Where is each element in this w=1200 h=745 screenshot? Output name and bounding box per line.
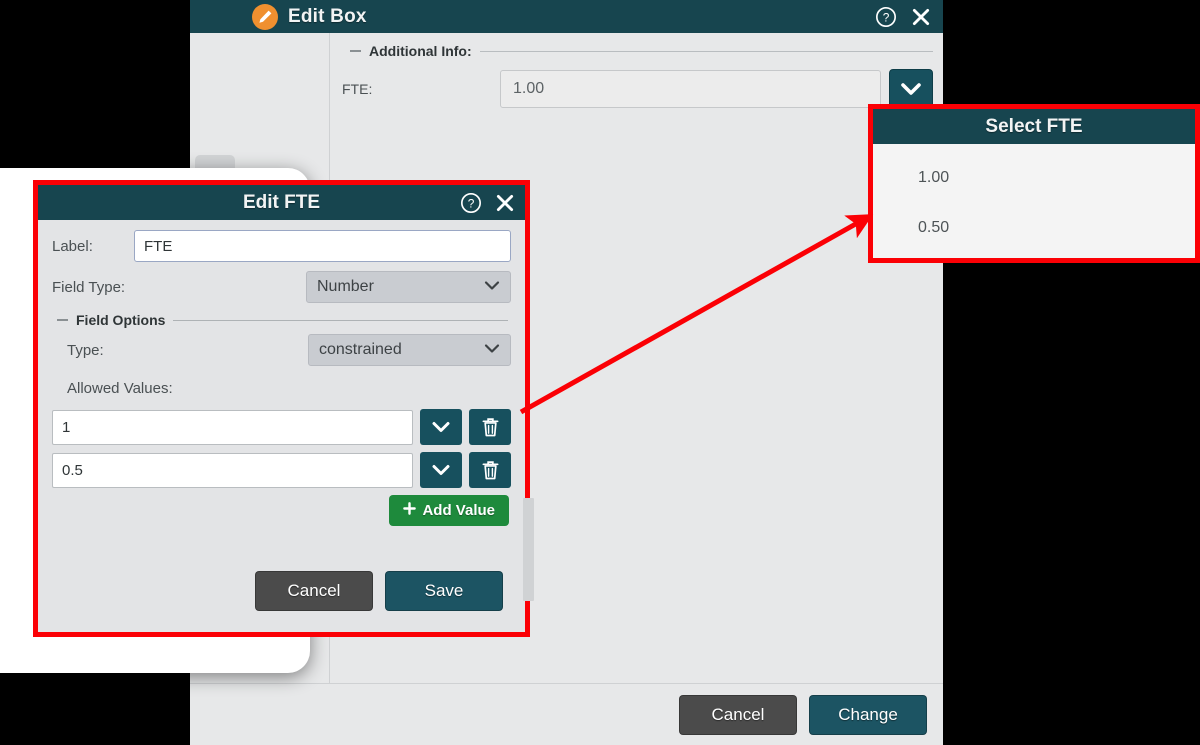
add-value-label: Add Value [422,502,495,519]
select-fte-option[interactable]: 0.50 [873,203,1195,253]
field-options-content: Type: constrained Allowed Values: [52,334,511,397]
allowed-values-list: 1 0.5 Add Value [52,409,511,526]
fte-dropdown-button[interactable] [889,69,933,109]
edit-fte-title-controls: ? [460,185,515,220]
allowed-value-input[interactable]: 0.5 [52,452,413,488]
chevron-down-icon [484,278,500,296]
label-text-input[interactable]: FTE [134,230,511,262]
field-options-legend-text: Field Options [76,312,166,328]
allowed-values-scrollbar[interactable] [523,498,534,601]
edit-box-footer: Cancel Change [190,683,943,745]
field-type-select[interactable]: Number [306,271,511,303]
fte-value-input[interactable]: 1.00 [500,70,881,108]
edit-fte-titlebar: Edit FTE ? [38,185,525,220]
add-value-button[interactable]: Add Value [389,495,509,526]
allowed-value-row: 0.5 [52,452,511,488]
collapse-dash-icon[interactable] [350,50,361,52]
close-x-icon[interactable] [495,193,515,213]
edit-fte-title: Edit FTE [242,191,321,213]
edit-box-cancel-button[interactable]: Cancel [679,694,797,735]
type-select[interactable]: constrained [308,334,511,366]
select-fte-option[interactable]: 1.00 [873,153,1195,203]
allowed-value-dropdown-button[interactable] [420,409,462,445]
type-value: constrained [319,341,402,358]
pencil-icon [252,4,278,30]
collapse-dash-icon[interactable] [57,319,68,321]
question-circle-icon[interactable]: ? [460,192,482,214]
field-type-label: Field Type: [52,278,126,296]
select-fte-option-list: 1.00 0.50 [873,144,1195,258]
allowed-value-row: 1 [52,409,511,445]
edit-box-change-button[interactable]: Change [809,694,927,735]
edit-box-titlebar: Edit Box ? [190,0,943,33]
label-field-label: Label: [52,237,93,255]
additional-info-legend: Additional Info: [340,43,933,59]
svg-text:?: ? [468,196,475,210]
edit-fte-cancel-button[interactable]: Cancel [255,571,373,611]
type-label: Type: [67,341,104,359]
allowed-values-label: Allowed Values: [67,380,173,397]
chevron-down-icon [484,341,500,359]
allowed-value-dropdown-button[interactable] [420,452,462,488]
add-value-row: Add Value [52,495,511,526]
field-type-value: Number [317,278,374,295]
edit-box-title: Edit Box [288,5,367,27]
edit-fte-dialog: Edit FTE ? Label: FTE Field Type: Number… [33,180,534,637]
legend-divider [479,50,933,52]
field-type-row: Field Type: Number [52,271,511,303]
type-row: Type: constrained [67,334,511,366]
field-options-divider [173,319,508,321]
close-x-icon[interactable] [911,7,931,27]
edit-fte-body: Label: FTE Field Type: Number Field Opti… [38,220,534,601]
additional-info-legend-text: Additional Info: [369,43,472,59]
label-field-row: Label: FTE [52,230,511,262]
field-options-legend: Field Options [57,312,511,328]
allowed-value-input[interactable]: 1 [52,409,413,445]
select-fte-dropdown: Select FTE 1.00 0.50 [868,104,1200,263]
plus-icon [403,502,417,519]
fte-field-row: FTE: 1.00 [340,69,933,109]
fte-field-label: FTE: [342,81,373,97]
svg-text:?: ? [883,10,890,24]
additional-info-fieldset: Additional Info: FTE: 1.00 [340,43,933,109]
edit-fte-footer: Cancel Save [38,560,525,632]
select-fte-title: Select FTE [873,109,1195,144]
question-circle-icon[interactable]: ? [875,6,897,28]
allowed-value-delete-button[interactable] [469,452,511,488]
allowed-value-delete-button[interactable] [469,409,511,445]
edit-fte-save-button[interactable]: Save [385,571,503,611]
edit-box-title-controls: ? [875,6,931,28]
